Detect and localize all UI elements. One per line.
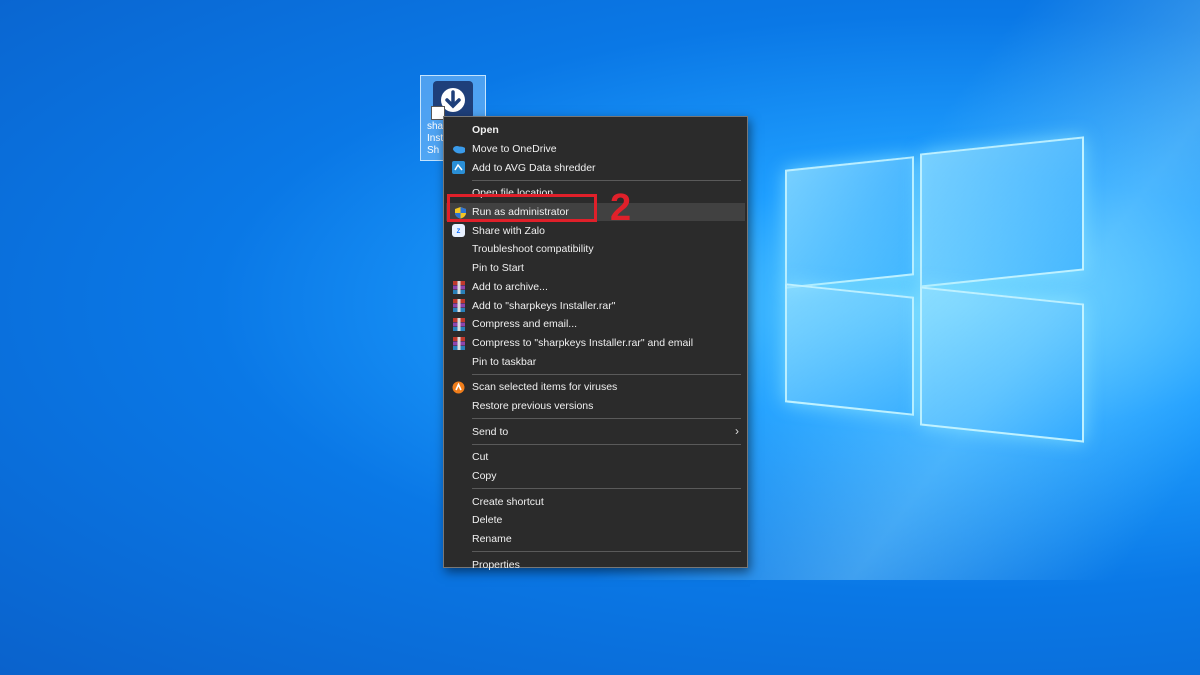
menu-item-label: Troubleshoot compatibility	[472, 243, 594, 256]
menu-item-add-to-archive[interactable]: Add to archive...	[444, 278, 747, 297]
menu-item-label: Delete	[472, 514, 503, 527]
menu-item-label: Add to AVG Data shredder	[472, 161, 596, 174]
windows-logo-pane	[785, 156, 914, 289]
menu-item-label: Properties	[472, 558, 520, 571]
windows-logo	[785, 135, 1085, 443]
winrar-icon	[452, 336, 465, 350]
menu-item-properties[interactable]: Properties	[444, 555, 747, 574]
menu-item-cut[interactable]: Cut	[444, 448, 747, 467]
svg-text:Z: Z	[457, 229, 461, 235]
menu-item-pin-to-taskbar[interactable]: Pin to taskbar	[444, 352, 747, 371]
menu-item-label: Open	[472, 124, 499, 137]
zalo-icon: Z	[452, 224, 465, 238]
menu-item-label: Move to OneDrive	[472, 143, 557, 156]
menu-item-open[interactable]: Open	[444, 121, 747, 140]
menu-item-send-to[interactable]: Send to ›	[444, 422, 747, 441]
menu-item-label: Create shortcut	[472, 495, 544, 508]
menu-item-label: Send to	[472, 425, 509, 438]
windows-logo-pane	[785, 283, 914, 416]
menu-item-avg-shredder[interactable]: Add to AVG Data shredder	[444, 158, 747, 177]
menu-item-delete[interactable]: Delete	[444, 511, 747, 530]
menu-item-troubleshoot-compatibility[interactable]: Troubleshoot compatibility	[444, 240, 747, 259]
menu-item-label: Rename	[472, 533, 512, 546]
menu-item-label: Share with Zalo	[472, 224, 545, 237]
menu-item-copy[interactable]: Copy	[444, 467, 747, 486]
menu-item-label: Cut	[472, 451, 489, 464]
annotation-highlight-box	[447, 194, 597, 222]
windows-logo-pane	[920, 286, 1084, 443]
winrar-icon	[452, 280, 465, 294]
menu-separator	[472, 418, 741, 420]
menu-separator	[472, 444, 741, 445]
menu-item-label: Restore previous versions	[472, 399, 594, 412]
menu-item-rename[interactable]: Rename	[444, 530, 747, 549]
winrar-icon	[452, 299, 465, 313]
menu-item-create-shortcut[interactable]: Create shortcut	[444, 492, 747, 511]
menu-item-share-with-zalo[interactable]: Z Share with Zalo	[444, 221, 747, 240]
menu-item-compress-and-email[interactable]: Compress and email...	[444, 315, 747, 334]
menu-separator	[472, 373, 741, 375]
menu-item-label: Add to "sharpkeys Installer.rar"	[472, 299, 616, 312]
chevron-right-icon: ›	[735, 424, 739, 439]
menu-separator	[472, 551, 741, 553]
menu-item-compress-to-rar-and-email[interactable]: Compress to "sharpkeys Installer.rar" an…	[444, 334, 747, 353]
menu-item-add-to-rar[interactable]: Add to "sharpkeys Installer.rar"	[444, 296, 747, 315]
menu-item-restore-previous-versions[interactable]: Restore previous versions	[444, 397, 747, 416]
avg-shredder-icon	[452, 161, 465, 175]
winrar-icon	[452, 317, 465, 331]
windows-logo-pane	[920, 136, 1084, 288]
menu-separator	[472, 180, 741, 182]
menu-item-pin-to-start[interactable]: Pin to Start	[444, 259, 747, 278]
onedrive-icon	[452, 143, 465, 156]
menu-item-label: Scan selected items for viruses	[472, 381, 618, 394]
menu-item-scan-for-viruses[interactable]: Scan selected items for viruses	[444, 378, 747, 397]
menu-separator	[472, 488, 741, 490]
menu-item-label: Copy	[472, 470, 497, 483]
menu-item-label: Pin to Start	[472, 262, 524, 275]
context-menu: Open Move to OneDrive Add to AVG Data sh…	[443, 116, 748, 571]
menu-item-label: Add to archive...	[472, 280, 548, 293]
menu-item-label: Compress to "sharpkeys Installer.rar" an…	[472, 336, 694, 349]
annotation-step-number: 2	[610, 187, 632, 229]
avast-icon	[452, 381, 465, 394]
menu-item-move-to-onedrive[interactable]: Move to OneDrive	[444, 140, 747, 159]
menu-item-label: Compress and email...	[472, 318, 578, 331]
menu-item-label: Pin to taskbar	[472, 355, 537, 368]
